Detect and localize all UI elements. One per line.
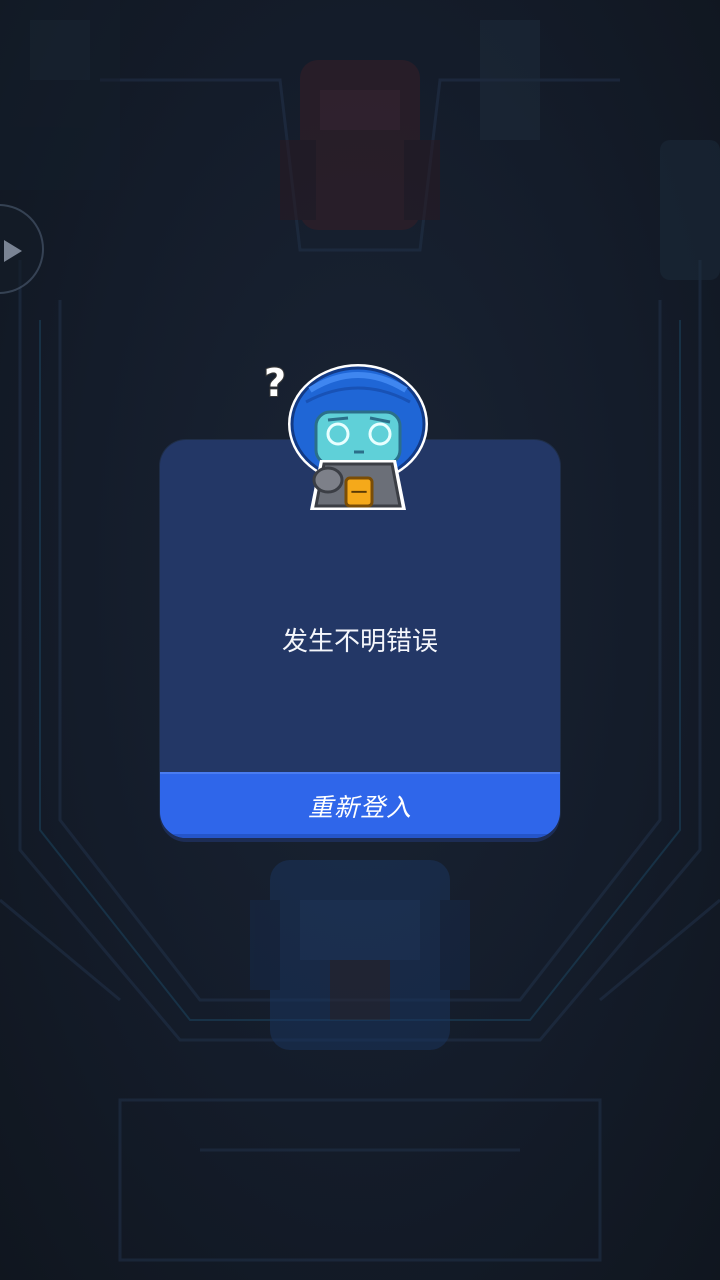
svg-text:一: 一 (351, 483, 367, 502)
relogin-button[interactable]: 重新登入 (160, 772, 560, 838)
play-icon (4, 240, 22, 262)
error-message: 发生不明错误 (281, 627, 438, 657)
top-robot-silhouette (280, 20, 720, 280)
game-screen: 发生不明错误 重新登入 ? 一 (0, 0, 720, 1280)
bottom-robot-silhouette (250, 860, 470, 1050)
confused-robot-mascot: ? 一 (263, 360, 428, 510)
question-mark-icon: ? (264, 361, 286, 405)
